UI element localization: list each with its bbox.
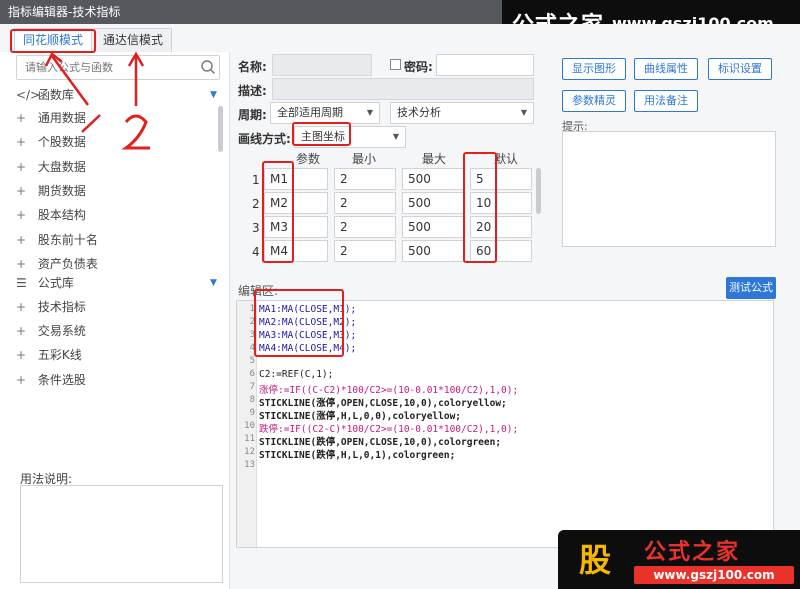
watermark-url-bottom: www.gszj100.com [634, 566, 794, 584]
watermark-bottom: 股 公式之家 www.gszj100.com [558, 530, 800, 589]
annotation-stroke-1 [81, 114, 101, 133]
watermark-gu-logo: 股 [578, 541, 611, 579]
annotation-number-2 [121, 114, 150, 150]
annotation-arrow-1 [50, 55, 90, 106]
annotation-arrows [44, 51, 150, 150]
watermark-brand-bottom: 公式之家 [644, 539, 741, 565]
